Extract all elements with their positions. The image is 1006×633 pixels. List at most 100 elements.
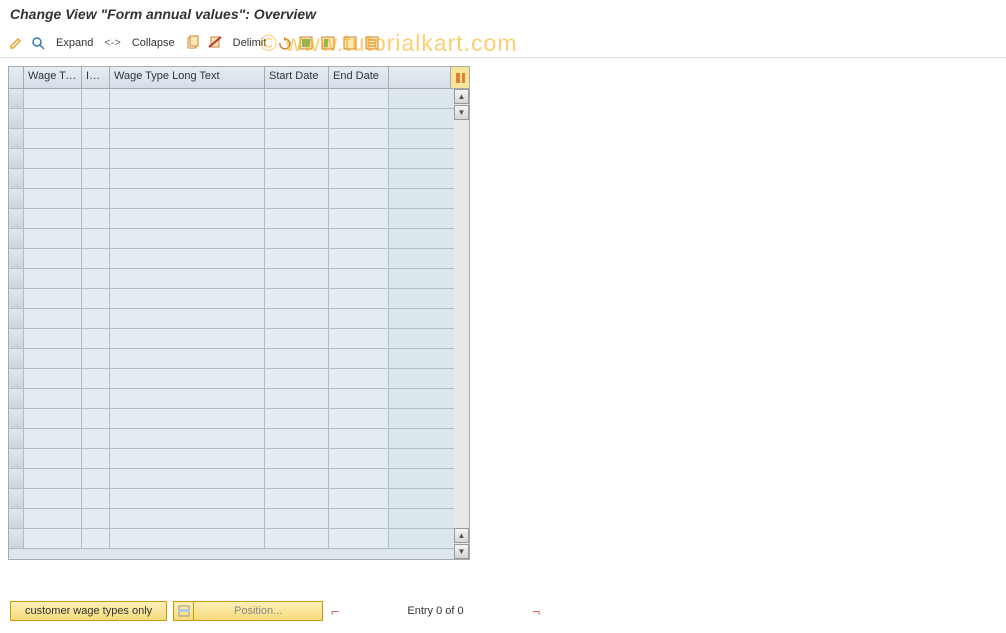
- cell-long-text[interactable]: [110, 429, 265, 448]
- cell-wage-type[interactable]: [24, 369, 82, 388]
- table-row[interactable]: [9, 249, 469, 269]
- cell-wage-type[interactable]: [24, 289, 82, 308]
- cell-end-date[interactable]: [329, 169, 389, 188]
- cell-wage-type[interactable]: [24, 489, 82, 508]
- table-row[interactable]: [9, 289, 469, 309]
- cell-start-date[interactable]: [265, 529, 329, 548]
- cell-long-text[interactable]: [110, 309, 265, 328]
- cell-start-date[interactable]: [265, 409, 329, 428]
- cell-wage-type[interactable]: [24, 109, 82, 128]
- cell-inf[interactable]: [82, 369, 110, 388]
- cell-start-date[interactable]: [265, 369, 329, 388]
- cell-wage-type[interactable]: [24, 349, 82, 368]
- position-icon[interactable]: [173, 601, 193, 621]
- header-end-date[interactable]: End Date: [329, 67, 389, 88]
- header-inf[interactable]: Inf…: [82, 67, 110, 88]
- cell-end-date[interactable]: [329, 489, 389, 508]
- table-settings-icon[interactable]: [451, 67, 469, 88]
- cell-long-text[interactable]: [110, 269, 265, 288]
- cell-start-date[interactable]: [265, 169, 329, 188]
- row-selector[interactable]: [9, 389, 24, 408]
- cell-end-date[interactable]: [329, 529, 389, 548]
- cell-start-date[interactable]: [265, 189, 329, 208]
- cell-wage-type[interactable]: [24, 389, 82, 408]
- cell-start-date[interactable]: [265, 509, 329, 528]
- row-selector[interactable]: [9, 289, 24, 308]
- table-row[interactable]: [9, 169, 469, 189]
- cell-wage-type[interactable]: [24, 149, 82, 168]
- cell-wage-type[interactable]: [24, 209, 82, 228]
- table-row[interactable]: [9, 529, 469, 549]
- row-selector[interactable]: [9, 149, 24, 168]
- table-row[interactable]: [9, 189, 469, 209]
- header-wage-type[interactable]: Wage Ty…: [24, 67, 82, 88]
- cell-end-date[interactable]: [329, 89, 389, 108]
- table-row[interactable]: [9, 89, 469, 109]
- collapse-button[interactable]: Collapse: [128, 37, 179, 49]
- cell-long-text[interactable]: [110, 129, 265, 148]
- cell-long-text[interactable]: [110, 169, 265, 188]
- cell-end-date[interactable]: [329, 109, 389, 128]
- cell-end-date[interactable]: [329, 209, 389, 228]
- table-row[interactable]: [9, 349, 469, 369]
- cell-wage-type[interactable]: [24, 429, 82, 448]
- change-icon[interactable]: [8, 35, 24, 51]
- header-selector[interactable]: [9, 67, 24, 88]
- cell-end-date[interactable]: [329, 369, 389, 388]
- cell-long-text[interactable]: [110, 209, 265, 228]
- cell-inf[interactable]: [82, 149, 110, 168]
- row-selector[interactable]: [9, 209, 24, 228]
- cell-inf[interactable]: [82, 409, 110, 428]
- cell-end-date[interactable]: [329, 449, 389, 468]
- cell-wage-type[interactable]: [24, 89, 82, 108]
- row-selector[interactable]: [9, 89, 24, 108]
- cell-wage-type[interactable]: [24, 169, 82, 188]
- cell-end-date[interactable]: [329, 409, 389, 428]
- cell-inf[interactable]: [82, 229, 110, 248]
- table-row[interactable]: [9, 389, 469, 409]
- cell-long-text[interactable]: [110, 329, 265, 348]
- cell-end-date[interactable]: [329, 229, 389, 248]
- cell-inf[interactable]: [82, 509, 110, 528]
- cell-inf[interactable]: [82, 269, 110, 288]
- cell-long-text[interactable]: [110, 449, 265, 468]
- table-row[interactable]: [9, 509, 469, 529]
- cell-inf[interactable]: [82, 129, 110, 148]
- cell-inf[interactable]: [82, 489, 110, 508]
- cell-inf[interactable]: [82, 209, 110, 228]
- cell-start-date[interactable]: [265, 489, 329, 508]
- scroll-up2-icon[interactable]: ▲: [454, 528, 469, 543]
- table-row[interactable]: [9, 309, 469, 329]
- cell-inf[interactable]: [82, 249, 110, 268]
- cell-end-date[interactable]: [329, 189, 389, 208]
- table-row[interactable]: [9, 469, 469, 489]
- scroll-down-icon[interactable]: ▼: [454, 105, 469, 120]
- cell-long-text[interactable]: [110, 349, 265, 368]
- cell-end-date[interactable]: [329, 249, 389, 268]
- cell-inf[interactable]: [82, 289, 110, 308]
- cell-inf[interactable]: [82, 449, 110, 468]
- cell-start-date[interactable]: [265, 469, 329, 488]
- table-row[interactable]: [9, 129, 469, 149]
- cell-end-date[interactable]: [329, 389, 389, 408]
- row-selector[interactable]: [9, 369, 24, 388]
- cell-start-date[interactable]: [265, 129, 329, 148]
- cell-wage-type[interactable]: [24, 229, 82, 248]
- cell-end-date[interactable]: [329, 289, 389, 308]
- cell-long-text[interactable]: [110, 189, 265, 208]
- scroll-down2-icon[interactable]: ▼: [454, 544, 469, 559]
- table-row[interactable]: [9, 489, 469, 509]
- customer-wage-types-button[interactable]: customer wage types only: [10, 601, 167, 621]
- table-row[interactable]: [9, 149, 469, 169]
- select-block-icon[interactable]: [320, 35, 336, 51]
- cell-wage-type[interactable]: [24, 409, 82, 428]
- table-row[interactable]: [9, 449, 469, 469]
- cell-inf[interactable]: [82, 189, 110, 208]
- cell-start-date[interactable]: [265, 229, 329, 248]
- row-selector[interactable]: [9, 409, 24, 428]
- cell-long-text[interactable]: [110, 249, 265, 268]
- cell-long-text[interactable]: [110, 229, 265, 248]
- table-row[interactable]: [9, 409, 469, 429]
- row-selector[interactable]: [9, 249, 24, 268]
- scroll-up-icon[interactable]: ▲: [454, 89, 469, 104]
